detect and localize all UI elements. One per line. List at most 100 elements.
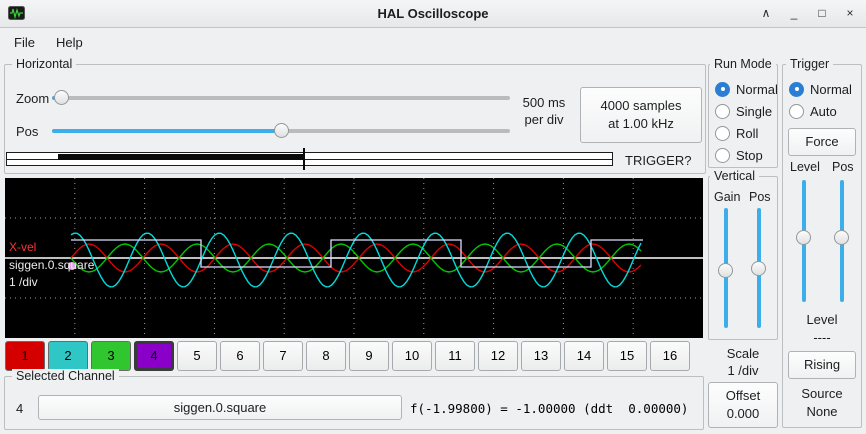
trigger-pos-col-label: Pos xyxy=(832,160,854,174)
window-title: HAL Oscilloscope xyxy=(0,6,866,21)
signal-name-button[interactable]: siggen.0.square xyxy=(38,395,402,420)
minimize-button[interactable]: _ xyxy=(784,4,804,24)
maximize-button[interactable]: □ xyxy=(812,4,832,24)
scale-value: 1 /div xyxy=(708,363,778,378)
close-button[interactable]: × xyxy=(840,4,860,24)
gain-slider-handle[interactable] xyxy=(718,263,733,278)
vertical-group-label: Vertical xyxy=(710,169,759,183)
radio-stop[interactable]: Stop xyxy=(715,144,778,166)
window-controls: ∧ _ □ × xyxy=(756,4,860,24)
gain-label: Gain xyxy=(714,190,740,204)
zoom-slider-handle[interactable] xyxy=(54,90,69,105)
scope-div-label: 1 /div xyxy=(9,275,38,289)
channel-button-13[interactable]: 13 xyxy=(521,341,561,371)
offset-label: Offset xyxy=(709,387,777,405)
gain-slider[interactable] xyxy=(717,208,735,328)
radio-normal-icon xyxy=(715,82,730,97)
channel-button-12[interactable]: 12 xyxy=(478,341,518,371)
timeline-trigger-tick[interactable] xyxy=(303,148,305,170)
selected-channel-group-label: Selected Channel xyxy=(12,369,119,383)
radio-auto-icon xyxy=(789,104,804,119)
scope-signal-label: siggen.0.square xyxy=(9,258,94,272)
channel-button-14[interactable]: 14 xyxy=(564,341,604,371)
channel-button-10[interactable]: 10 xyxy=(392,341,432,371)
scope-svg xyxy=(5,178,703,338)
vertical-pos-slider-handle[interactable] xyxy=(751,261,766,276)
per-div-unit: per div xyxy=(512,111,576,128)
samples-count: 4000 samples xyxy=(581,97,701,115)
offset-button[interactable]: Offset 0.000 xyxy=(708,382,778,428)
scale-label: Scale xyxy=(708,346,778,361)
trigger-pos-slider[interactable] xyxy=(833,180,851,302)
rising-button[interactable]: Rising xyxy=(788,351,856,379)
radio-single-label: Single xyxy=(736,104,772,119)
radio-roll-label: Roll xyxy=(736,126,758,141)
channel-button-3[interactable]: 3 xyxy=(91,341,131,371)
horizontal-group-label: Horizontal xyxy=(12,57,76,71)
titlebar: HAL Oscilloscope ∧ _ □ × xyxy=(0,0,866,28)
radio-normal[interactable]: Normal xyxy=(789,78,852,100)
trigger-level-slider[interactable] xyxy=(795,180,813,302)
radio-auto[interactable]: Auto xyxy=(789,100,852,122)
offset-value: 0.000 xyxy=(709,405,777,423)
channel-button-6[interactable]: 6 xyxy=(220,341,260,371)
radio-normal-icon xyxy=(789,82,804,97)
channel-button-9[interactable]: 9 xyxy=(349,341,389,371)
app-window: HAL Oscilloscope ∧ _ □ × File Help Horiz… xyxy=(0,0,866,434)
channel-button-4[interactable]: 4 xyxy=(134,341,174,371)
trigger-level-col-label: Level xyxy=(790,160,820,174)
menu-file[interactable]: File xyxy=(6,32,43,53)
channel-button-2[interactable]: 2 xyxy=(48,341,88,371)
radio-single-icon xyxy=(715,104,730,119)
channel-button-11[interactable]: 11 xyxy=(435,341,475,371)
radio-normal-label: Normal xyxy=(736,82,778,97)
trigger-pos-slider-handle[interactable] xyxy=(834,230,849,245)
run-mode-group-label: Run Mode xyxy=(710,57,776,71)
timeline[interactable] xyxy=(6,152,613,166)
radio-stop-icon xyxy=(715,148,730,163)
pos-slider-fill xyxy=(52,129,281,133)
menu-help[interactable]: Help xyxy=(48,32,91,53)
samples-rate: at 1.00 kHz xyxy=(581,115,701,133)
trigger-level-label: Level xyxy=(782,312,862,327)
radio-normal[interactable]: Normal xyxy=(715,78,778,100)
zoom-slider-track xyxy=(52,96,510,100)
vertical-pos-slider[interactable] xyxy=(750,208,768,328)
radio-normal-label: Normal xyxy=(810,82,852,97)
per-div-label: 500 ms per div xyxy=(512,94,576,128)
menubar: File Help xyxy=(0,29,866,55)
radio-stop-label: Stop xyxy=(736,148,763,163)
pos-slider[interactable] xyxy=(52,122,510,140)
scope-channel-label: X-vel xyxy=(9,240,36,254)
trigger-level-value: ---- xyxy=(782,330,862,345)
channel-button-1[interactable]: 1 xyxy=(5,341,45,371)
channel-button-16[interactable]: 16 xyxy=(650,341,690,371)
run-mode-radios: Normal Single Roll Stop xyxy=(715,78,778,166)
trigger-level-slider-handle[interactable] xyxy=(796,230,811,245)
trigger-question-label: TRIGGER? xyxy=(625,153,691,168)
trigger-source-value: None xyxy=(782,404,862,419)
radio-roll-icon xyxy=(715,126,730,141)
channel-button-5[interactable]: 5 xyxy=(177,341,217,371)
channel-buttons: 12345678910111213141516 xyxy=(5,341,690,371)
radio-single[interactable]: Single xyxy=(715,100,778,122)
per-div-value: 500 ms xyxy=(512,94,576,111)
shade-button[interactable]: ∧ xyxy=(756,4,776,24)
radio-roll[interactable]: Roll xyxy=(715,122,778,144)
pos-label: Pos xyxy=(16,124,38,139)
zoom-label: Zoom xyxy=(16,91,49,106)
scope-display[interactable]: X-vel siggen.0.square 1 /div xyxy=(5,178,703,338)
channel-button-15[interactable]: 15 xyxy=(607,341,647,371)
timeline-view-band[interactable] xyxy=(58,154,303,160)
trigger-group-label: Trigger xyxy=(786,57,833,71)
force-button[interactable]: Force xyxy=(788,128,856,156)
signal-value-readout: f(-1.99800) = -1.00000 (ddt 0.00000) xyxy=(410,401,688,416)
samples-button[interactable]: 4000 samples at 1.00 kHz xyxy=(580,87,702,143)
channel-button-7[interactable]: 7 xyxy=(263,341,303,371)
pos-slider-handle[interactable] xyxy=(274,123,289,138)
zoom-slider[interactable] xyxy=(52,89,510,107)
channel-button-8[interactable]: 8 xyxy=(306,341,346,371)
trigger-source-label: Source xyxy=(782,386,862,401)
radio-auto-label: Auto xyxy=(810,104,837,119)
vertical-pos-label: Pos xyxy=(749,190,771,204)
